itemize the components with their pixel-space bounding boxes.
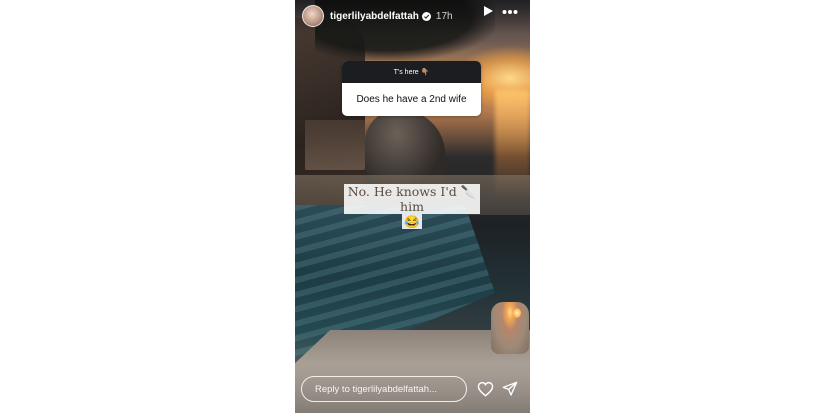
username[interactable]: tigerlilyabdelfattah <box>330 11 419 22</box>
answer-text: No. He knows I'd 🔪 him 😂 <box>344 184 480 229</box>
background-veranda <box>305 120 365 170</box>
play-icon[interactable] <box>482 5 494 17</box>
story-viewer: tigerlilyabdelfattah 17h T's here 👇🏽 Doe… <box>295 0 530 413</box>
heart-icon[interactable] <box>477 381 494 397</box>
question-sticker[interactable]: T's here 👇🏽 Does he have a 2nd wife <box>342 61 481 116</box>
more-icon[interactable] <box>502 9 518 15</box>
answer-line-2: 😂 <box>402 214 422 229</box>
reply-input[interactable]: Reply to tigerlilyabdelfattah... <box>301 376 467 402</box>
background-candle-flame <box>513 308 521 318</box>
answer-line-1: No. He knows I'd 🔪 him <box>344 184 480 214</box>
avatar[interactable] <box>302 5 324 27</box>
question-sticker-header: T's here 👇🏽 <box>342 61 481 83</box>
background-candle-pot <box>491 302 529 354</box>
story-header: tigerlilyabdelfattah 17h <box>295 4 530 28</box>
send-icon[interactable] <box>502 381 518 397</box>
question-text: Does he have a 2nd wife <box>356 94 467 105</box>
verified-badge-icon <box>421 11 431 21</box>
story-time: 17h <box>435 10 453 22</box>
